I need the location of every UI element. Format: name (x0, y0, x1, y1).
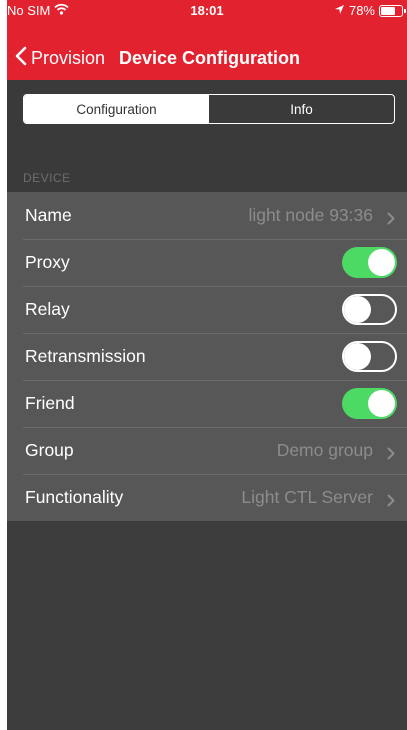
segment-header: Configuration Info DEVICE (7, 80, 407, 192)
row-value: Demo group (276, 440, 373, 460)
row-label: Friend (25, 393, 75, 413)
back-label: Provision (31, 47, 106, 68)
tab-configuration[interactable]: Configuration (24, 95, 209, 123)
chevron-left-icon (15, 46, 27, 71)
retransmission-toggle[interactable] (342, 341, 397, 372)
row-label: Retransmission (25, 346, 146, 366)
row-proxy: Proxy (7, 239, 407, 286)
row-retransmission: Retransmission (7, 333, 407, 380)
chevron-right-icon (387, 444, 395, 465)
row-label: Group (25, 440, 74, 460)
section-title: DEVICE (23, 171, 71, 185)
chevron-right-icon (387, 209, 395, 230)
page-title: Device Configuration (119, 48, 301, 68)
friend-toggle[interactable] (342, 388, 397, 419)
segmented-control: Configuration Info (23, 94, 395, 124)
row-functionality[interactable]: Functionality Light CTL Server (7, 474, 407, 521)
navigation-bar: Provision Device Configuration (7, 38, 407, 78)
status-right: 78% (334, 3, 406, 18)
row-value: light node 93:36 (248, 205, 373, 225)
battery-tip (404, 8, 406, 13)
row-relay: Relay (7, 286, 407, 333)
toggle-knob (368, 249, 395, 276)
location-arrow-icon (334, 3, 345, 18)
row-label: Relay (25, 299, 70, 319)
app-screen: No SIM 18:01 78% Provision Device Config… (7, 0, 407, 730)
device-settings-list: Name light node 93:36 Proxy Relay Retran… (7, 192, 407, 521)
row-label: Proxy (25, 252, 70, 272)
row-name[interactable]: Name light node 93:36 (7, 192, 407, 239)
toggle-knob (344, 296, 371, 323)
row-group[interactable]: Group Demo group (7, 427, 407, 474)
row-value: Light CTL Server (241, 487, 373, 507)
battery-level (381, 6, 396, 15)
row-label: Functionality (25, 487, 124, 507)
toggle-knob (344, 343, 371, 370)
back-button[interactable]: Provision (15, 38, 105, 78)
proxy-toggle[interactable] (342, 247, 397, 278)
row-label: Name (25, 205, 72, 225)
toggle-knob (368, 390, 395, 417)
battery-percent: 78% (348, 3, 375, 18)
row-friend: Friend (7, 380, 407, 427)
battery-icon (379, 4, 406, 17)
tab-info[interactable]: Info (209, 95, 394, 123)
chevron-right-icon (387, 491, 395, 512)
status-bar: No SIM 18:01 78% (7, 0, 407, 22)
relay-toggle[interactable] (342, 294, 397, 325)
